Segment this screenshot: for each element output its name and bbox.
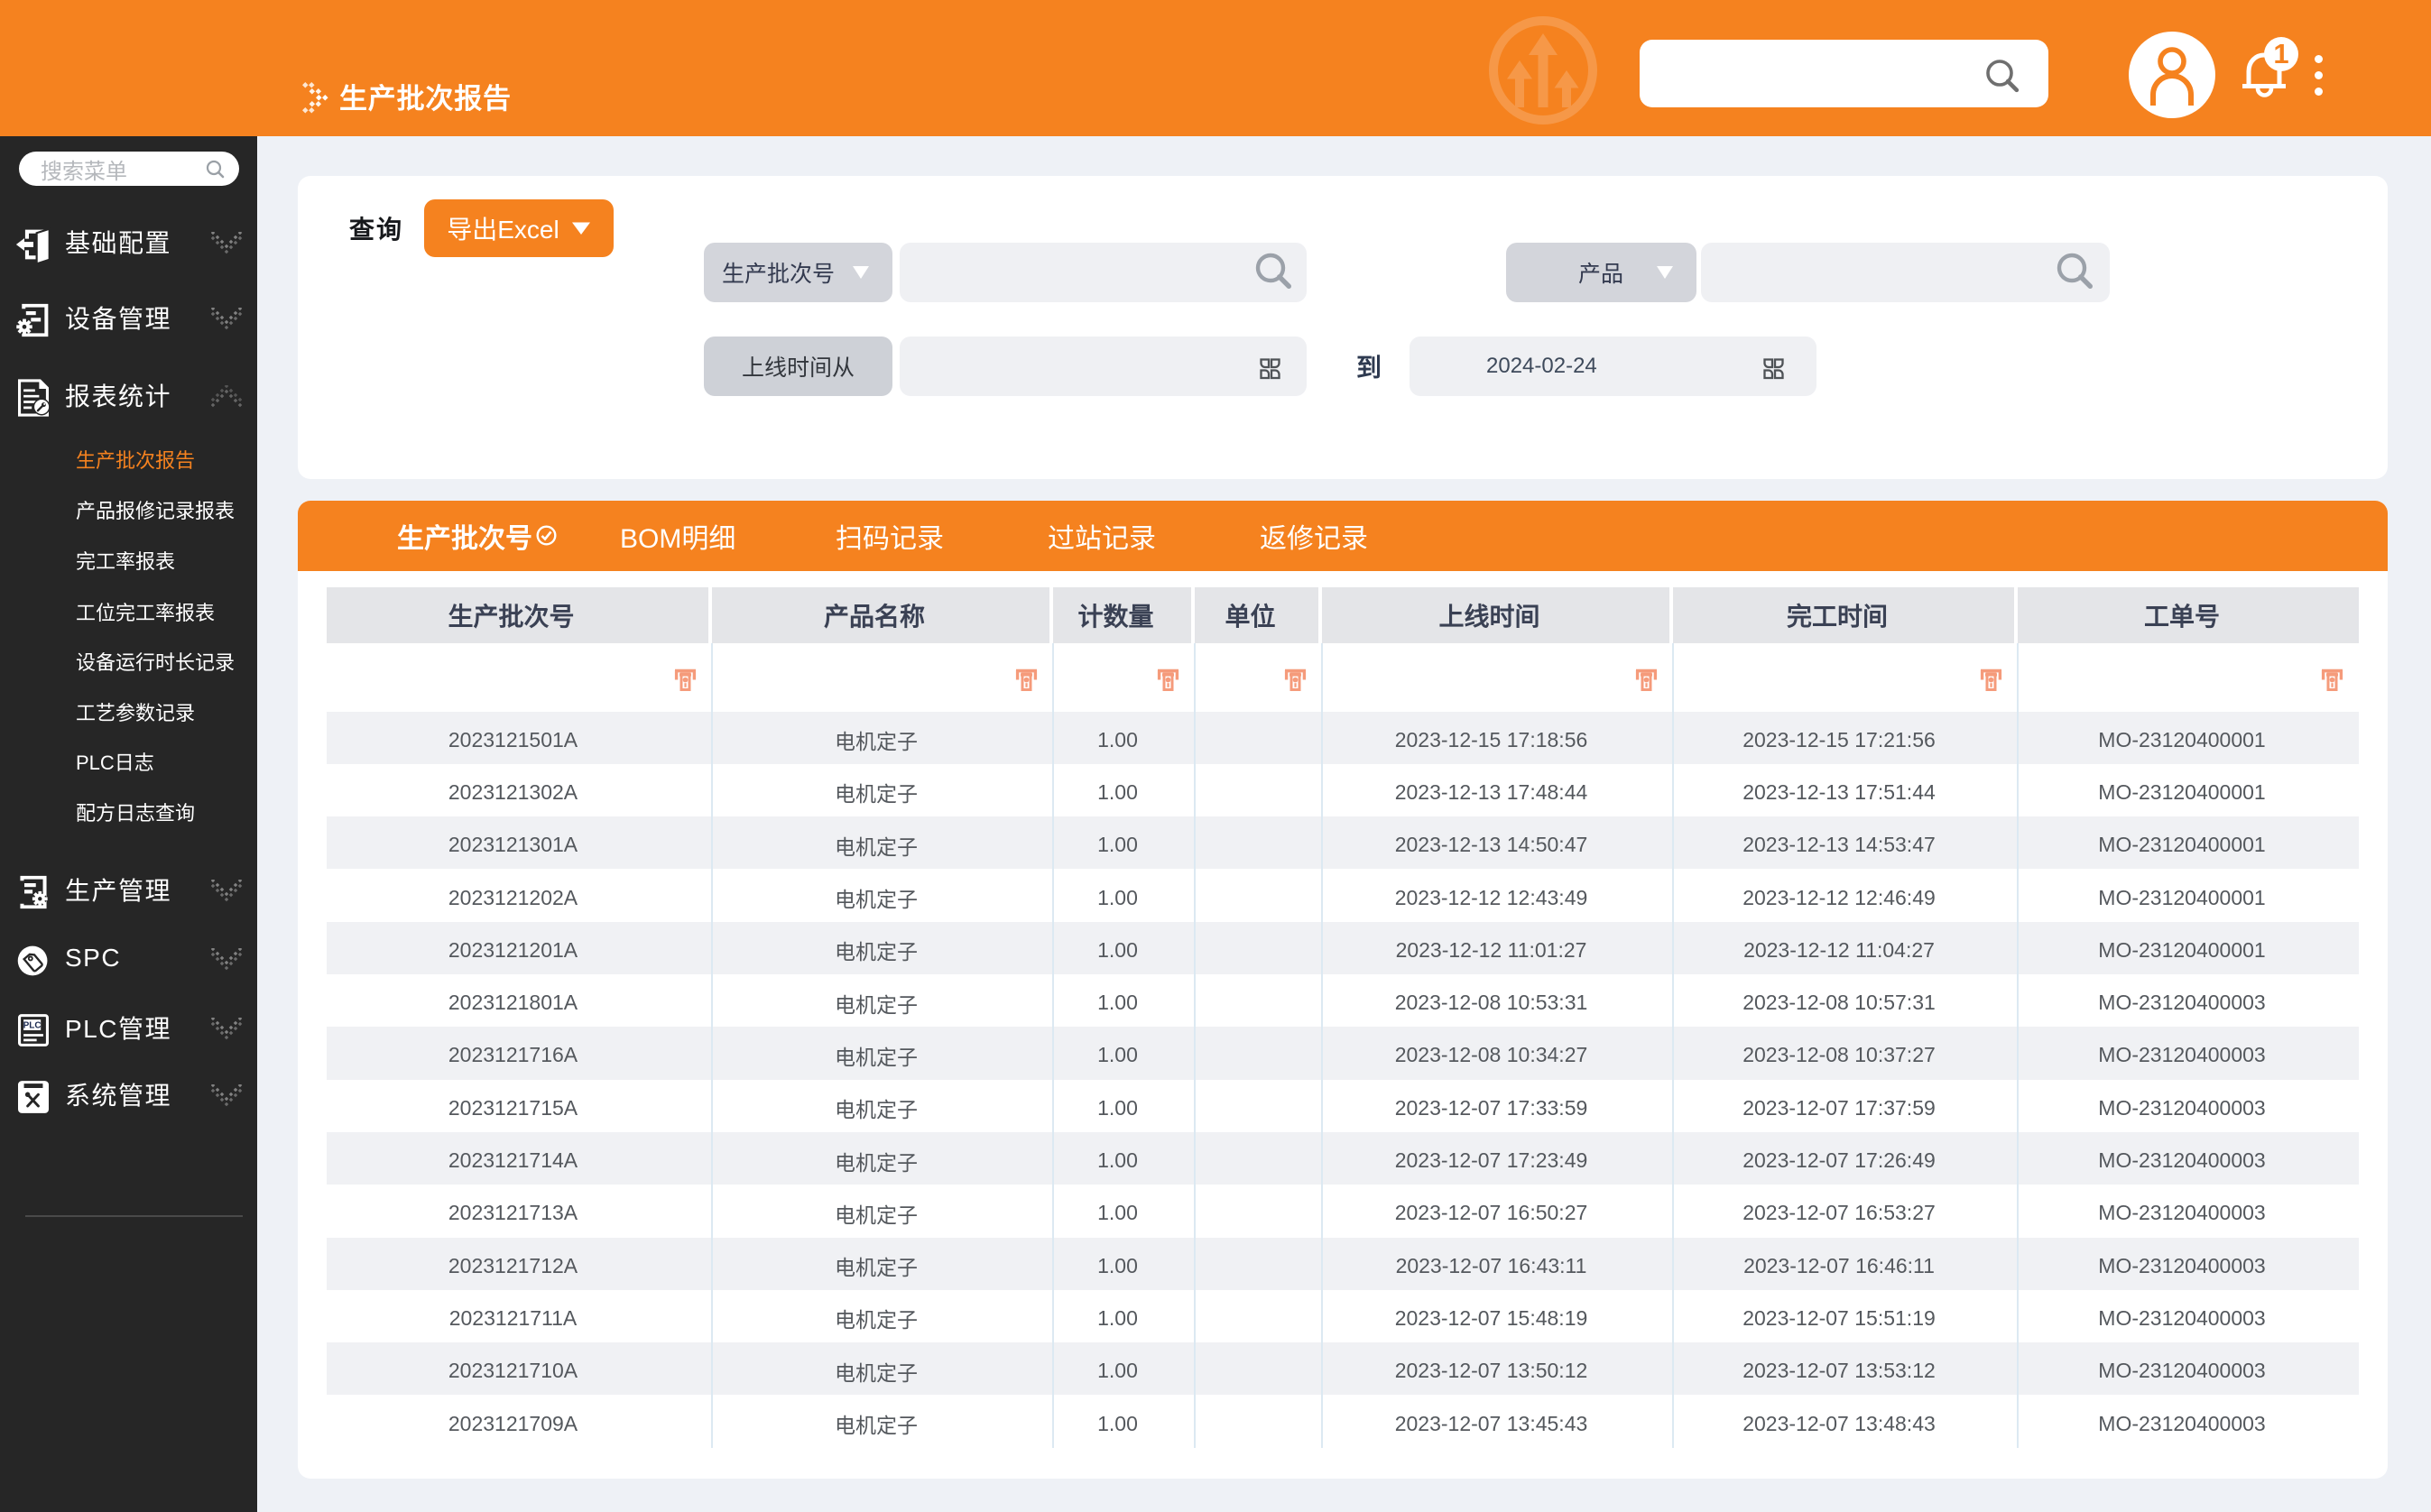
svg-text:PLC: PLC <box>23 1021 42 1031</box>
